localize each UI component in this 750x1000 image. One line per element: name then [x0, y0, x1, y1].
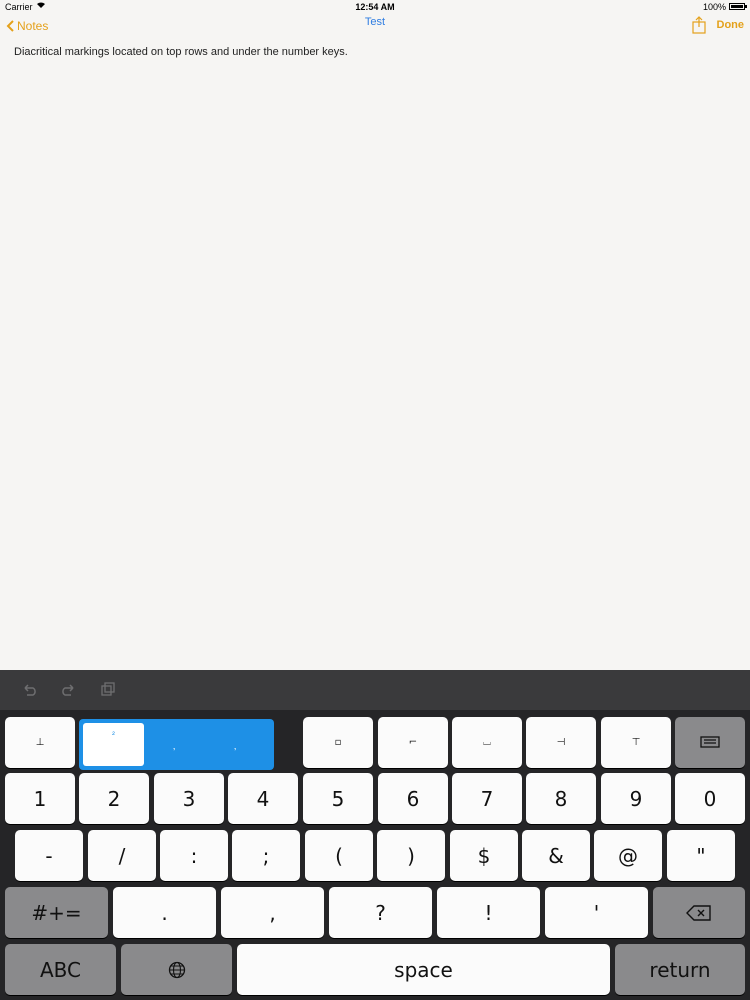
popup-selected-option[interactable]: ² [83, 723, 144, 766]
undo-icon[interactable] [22, 682, 38, 701]
note-title: Test [364, 16, 386, 28]
key-1[interactable]: 1 [5, 773, 75, 824]
battery-icon [729, 3, 747, 10]
key-dollar[interactable]: $ [450, 830, 518, 881]
key-2[interactable]: 2 [79, 773, 149, 824]
key-at[interactable]: @ [594, 830, 662, 881]
key-slash[interactable]: / [88, 830, 156, 881]
key-8[interactable]: 8 [526, 773, 596, 824]
key-bracket-bottom[interactable]: ⌴ [452, 717, 522, 768]
more-symbols-key[interactable]: #+= [5, 887, 108, 938]
keyboard-toolbar [0, 670, 750, 710]
battery-percent: 100% [702, 2, 726, 12]
key-7[interactable]: 7 [452, 773, 522, 824]
key-quote[interactable]: " [667, 830, 735, 881]
key-9[interactable]: 9 [601, 773, 671, 824]
key-colon[interactable]: : [160, 830, 228, 881]
popup-option[interactable]: ‚ [234, 741, 236, 752]
key-6[interactable]: 6 [378, 773, 448, 824]
key-question[interactable]: ? [329, 887, 432, 938]
key-perp[interactable]: ⊥ [5, 717, 75, 768]
paste-icon[interactable] [100, 682, 116, 701]
clock: 12:54 AM [355, 2, 395, 12]
key-semicolon[interactable]: ; [232, 830, 300, 881]
key-exclamation[interactable]: ! [437, 887, 540, 938]
diacritic-popup: ² ‚ ‚ [79, 719, 274, 770]
status-bar: Carrier 12:54 AM 100% [0, 0, 750, 14]
key-down-tack[interactable]: ⊤ [601, 717, 671, 768]
key-apostrophe[interactable]: ' [545, 887, 648, 938]
space-key[interactable]: space [237, 944, 610, 995]
delete-key[interactable] [653, 887, 745, 938]
nav-bar: Notes Test Done [0, 14, 750, 40]
key-ampersand[interactable]: & [522, 830, 590, 881]
key-period[interactable]: . [113, 887, 216, 938]
share-icon[interactable] [692, 16, 706, 39]
key-not[interactable]: ⌐ [378, 717, 448, 768]
popup-option[interactable]: ‚ [173, 741, 175, 752]
key-5[interactable]: 5 [303, 773, 373, 824]
key-close-paren[interactable]: ) [377, 830, 445, 881]
done-button[interactable]: Done [717, 19, 745, 31]
key-left-tack[interactable]: ⊣ [526, 717, 596, 768]
key-hyphen[interactable]: - [15, 830, 83, 881]
key-square[interactable]: ▫ [303, 717, 373, 768]
key-4[interactable]: 4 [228, 773, 298, 824]
hide-keyboard-key[interactable] [675, 717, 745, 768]
key-open-paren[interactable]: ( [305, 830, 373, 881]
key-comma[interactable]: , [221, 887, 324, 938]
abc-key[interactable]: ABC [5, 944, 116, 995]
keyboard-icon [700, 735, 720, 748]
key-0[interactable]: 0 [675, 773, 745, 824]
globe-icon [168, 961, 185, 978]
redo-icon[interactable] [60, 682, 76, 701]
note-body[interactable]: Diacritical markings located on top rows… [14, 46, 348, 58]
key-3[interactable]: 3 [154, 773, 224, 824]
globe-key[interactable] [121, 944, 232, 995]
return-key[interactable]: return [615, 944, 745, 995]
backspace-icon [686, 904, 711, 921]
